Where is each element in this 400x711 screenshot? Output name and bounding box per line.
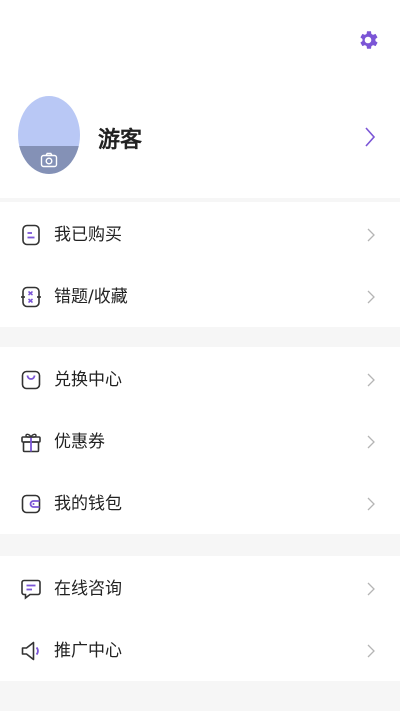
wallet-icon — [21, 494, 41, 514]
chevron-right-icon — [367, 497, 375, 511]
section-gap — [0, 681, 400, 711]
menu-label: 优惠券 — [54, 432, 105, 452]
menu-label: 兑换中心 — [54, 370, 122, 390]
chevron-right-icon — [367, 644, 375, 658]
chevron-right-icon — [365, 127, 376, 147]
menu-label: 我已购买 — [54, 225, 122, 245]
wrong-question-icon — [21, 286, 41, 308]
chat-icon — [21, 579, 41, 600]
avatar[interactable] — [18, 96, 80, 174]
username: 游客 — [98, 128, 143, 153]
avatar-camera-overlay[interactable] — [18, 146, 80, 174]
megaphone-icon — [21, 641, 39, 661]
gear-icon[interactable] — [356, 28, 380, 52]
chevron-right-icon — [367, 290, 375, 304]
camera-icon — [40, 152, 58, 168]
menu-label: 推广中心 — [54, 641, 122, 661]
divider — [0, 198, 400, 202]
section-gap — [0, 327, 400, 347]
section-gap — [0, 534, 400, 556]
chevron-right-icon — [367, 228, 375, 242]
gift-icon — [21, 433, 41, 453]
menu-item-wrong-questions[interactable]: 错题/收藏 — [0, 265, 400, 327]
menu-label: 在线咨询 — [54, 579, 122, 599]
top-bar — [0, 0, 400, 70]
shopping-bag-icon — [21, 370, 41, 390]
menu-item-purchased[interactable]: 我已购买 — [0, 203, 400, 265]
menu-item-online-consult[interactable]: 在线咨询 — [0, 557, 400, 619]
chevron-right-icon — [367, 582, 375, 596]
menu-item-wallet[interactable]: 我的钱包 — [0, 472, 400, 534]
chevron-right-icon — [367, 373, 375, 387]
chevron-right-icon — [367, 435, 375, 449]
menu-item-promotion-center[interactable]: 推广中心 — [0, 619, 400, 681]
menu-label: 我的钱包 — [54, 494, 122, 514]
menu-label: 错题/收藏 — [54, 287, 128, 307]
menu-item-coupons[interactable]: 优惠券 — [0, 410, 400, 472]
profile-header[interactable]: 游客 — [0, 86, 400, 186]
order-list-icon — [22, 224, 40, 246]
menu-item-redeem-center[interactable]: 兑换中心 — [0, 348, 400, 410]
